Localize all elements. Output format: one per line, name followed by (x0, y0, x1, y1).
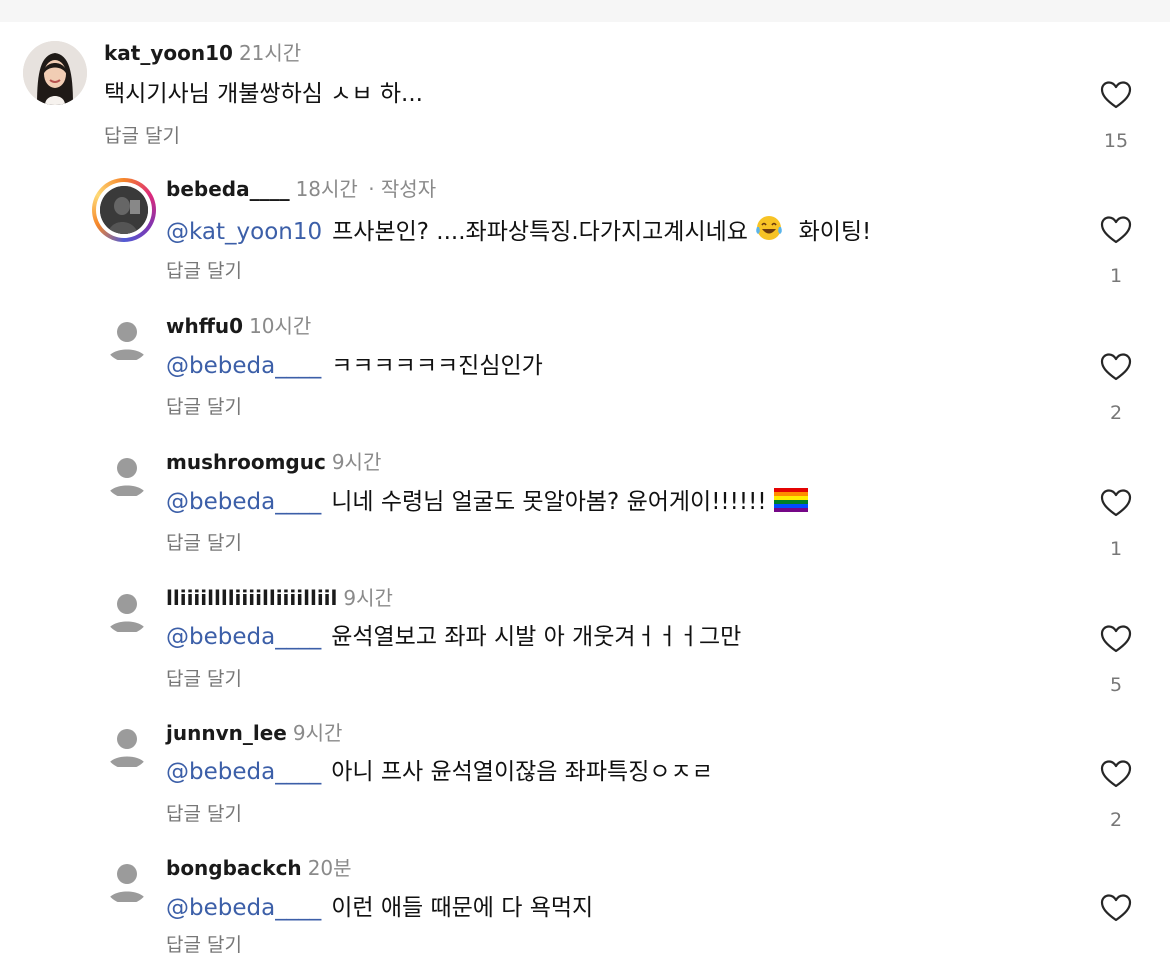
timestamp: 20분 (307, 856, 352, 880)
timestamp: 18시간 (295, 177, 358, 201)
author-badge: · 작성자 (368, 177, 437, 201)
comment-header: kat_yoon10 21시간 (104, 40, 301, 66)
comment-text: @kat_yoon10 프사본인? ....좌파상특징.다가지고계시네요 화이팅! (166, 214, 871, 247)
mention-link[interactable]: @bebeda____ (166, 895, 321, 921)
heart-outline-icon[interactable] (1100, 352, 1132, 382)
username[interactable]: bebeda____ (166, 177, 290, 201)
mention-link[interactable]: @bebeda____ (166, 624, 321, 650)
heart-outline-icon[interactable] (1100, 488, 1132, 518)
heart-outline-icon[interactable] (1100, 624, 1132, 654)
default-profile-icon[interactable] (104, 588, 150, 634)
like-count: 2 (1109, 809, 1123, 831)
comment-header: mushroomguc 9시간 (166, 449, 381, 475)
avatar-story-ring[interactable] (92, 178, 156, 242)
comment-text: @bebeda____ 아니 프사 윤석열이잖음 좌파특징ㅇㅈㄹ (166, 757, 713, 787)
heart-outline-icon[interactable] (1100, 893, 1132, 923)
default-profile-icon[interactable] (104, 452, 150, 498)
comment-header: bongbackch 20분 (166, 855, 352, 881)
like-count: 5 (1109, 674, 1123, 696)
comment-header: lliiiilllliiiilliiiilliil 9시간 (166, 585, 393, 611)
comment-body: 윤석열보고 좌파 시발 아 개웃겨ㅓㅓㅓ그만 (331, 624, 742, 650)
comment-text: @bebeda____ ㅋㅋㅋㅋㅋㅋ진심인가 (166, 351, 543, 381)
like-count: 1 (1109, 538, 1123, 560)
comment-text: @bebeda____ 니네 수령님 얼굴도 못알아봄? 윤어게이!!!!!! (166, 487, 808, 517)
username[interactable]: lliiiilllliiiilliiiilliil (166, 586, 337, 610)
reply-button[interactable]: 답글 달기 (166, 395, 242, 419)
username[interactable]: bongbackch (166, 856, 302, 880)
heart-outline-icon[interactable] (1100, 80, 1132, 110)
top-divider (0, 0, 1170, 22)
like-count: 15 (1103, 130, 1129, 152)
comment-header: bebeda____ 18시간 · 작성자 (166, 176, 436, 202)
avatar[interactable] (23, 41, 87, 105)
username[interactable]: junnvn_lee (166, 721, 287, 745)
username[interactable]: kat_yoon10 (104, 41, 233, 65)
reply-button[interactable]: 답글 달기 (104, 124, 180, 148)
comment-header: whffu0 10시간 (166, 313, 311, 339)
comment-text: @bebeda____ 윤석열보고 좌파 시발 아 개웃겨ㅓㅓㅓ그만 (166, 622, 741, 652)
reply-button[interactable]: 답글 달기 (166, 259, 242, 283)
comment-header: junnvn_lee 9시간 (166, 720, 342, 746)
default-profile-icon[interactable] (104, 316, 150, 362)
reply-button[interactable]: 답글 달기 (166, 933, 242, 957)
timestamp: 21시간 (238, 41, 302, 65)
timestamp: 9시간 (343, 586, 393, 610)
like-count: 1 (1109, 265, 1123, 287)
comment-body: 니네 수령님 얼굴도 못알아봄? 윤어게이!!!!!! (331, 489, 767, 515)
rainbow-flag-icon (773, 488, 808, 512)
mention-link[interactable]: @bebeda____ (166, 353, 321, 379)
comment-body: ㅋㅋㅋㅋㅋㅋ진심인가 (331, 353, 543, 379)
timestamp: 9시간 (292, 721, 343, 745)
mention-link[interactable]: @kat_yoon10 (166, 219, 322, 245)
reply-button[interactable]: 답글 달기 (166, 802, 242, 826)
timestamp: 10시간 (249, 314, 312, 338)
face-with-tears-of-joy-icon (756, 216, 783, 240)
reply-button[interactable]: 답글 달기 (166, 667, 242, 691)
heart-outline-icon[interactable] (1100, 215, 1132, 245)
username[interactable]: mushroomguc (166, 450, 326, 474)
heart-outline-icon[interactable] (1100, 759, 1132, 789)
mention-link[interactable]: @bebeda____ (166, 759, 321, 785)
default-profile-icon[interactable] (104, 858, 150, 904)
profile-photo (23, 41, 87, 105)
comment-body: 이런 애들 때문에 다 욕먹지 (331, 895, 594, 921)
default-profile-icon[interactable] (104, 723, 150, 769)
timestamp: 9시간 (331, 450, 382, 474)
username[interactable]: whffu0 (166, 314, 243, 338)
reply-button[interactable]: 답글 달기 (166, 531, 242, 555)
comment-body-suffix: 화이팅! (798, 219, 872, 245)
profile-photo (100, 186, 148, 234)
comment-text: 택시기사님 개불쌍하심 ㅅㅂ 하... (104, 81, 423, 107)
comment-text: @bebeda____ 이런 애들 때문에 다 욕먹지 (166, 893, 593, 923)
mention-link[interactable]: @bebeda____ (166, 489, 321, 515)
comment-body: 아니 프사 윤석열이잖음 좌파특징ㅇㅈㄹ (331, 759, 713, 785)
like-count: 2 (1109, 402, 1123, 424)
comment-body: 프사본인? ....좌파상특징.다가지고계시네요 (332, 219, 748, 245)
